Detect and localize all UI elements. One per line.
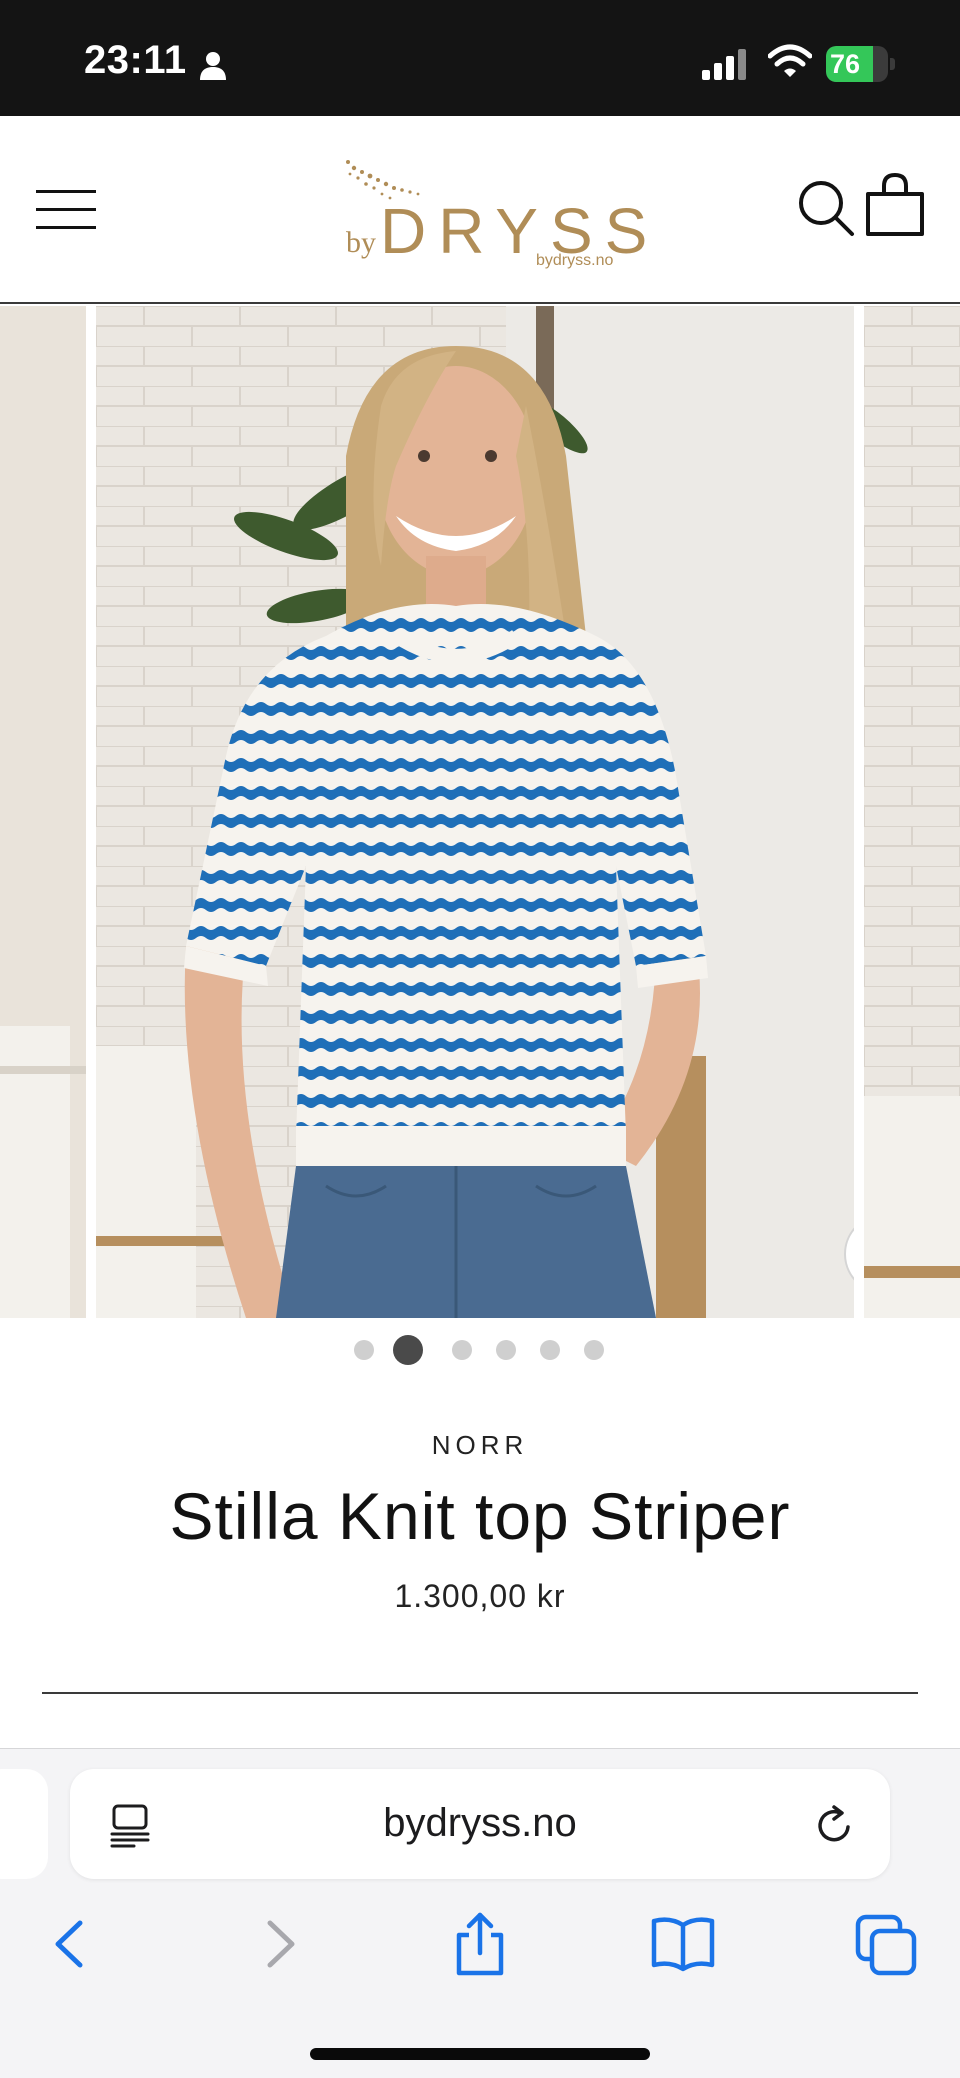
product-title: Stilla Knit top Striper <box>169 1479 791 1553</box>
logo-domain: bydryss.no <box>536 252 614 269</box>
share-icon[interactable] <box>445 1909 515 1979</box>
product-vendor[interactable]: NORR <box>0 1430 960 1461</box>
signal-icon <box>702 49 746 80</box>
menu-icon[interactable] <box>36 184 98 234</box>
address-bar[interactable]: bydryss.no <box>70 1769 890 1879</box>
gallery-pagination <box>0 1330 960 1370</box>
product-gallery[interactable] <box>0 304 960 1318</box>
logo-wordmark: DRYSS <box>380 195 660 267</box>
cart-icon[interactable] <box>864 172 926 238</box>
gallery-dot-6[interactable] <box>584 1340 604 1360</box>
site-header: by DRYSS bydryss.no <box>0 116 960 304</box>
home-indicator[interactable] <box>310 2048 650 2060</box>
logo-prefix: by <box>346 226 376 259</box>
divider <box>42 1692 918 1694</box>
status-bar: 23:11 76 <box>0 0 960 116</box>
forward-icon[interactable] <box>244 1909 314 1979</box>
status-time: 23:11 <box>84 38 187 82</box>
address-text: bydryss.no <box>383 1801 577 1845</box>
bookmarks-icon[interactable] <box>648 1909 718 1979</box>
person-icon <box>200 52 226 80</box>
back-icon[interactable] <box>36 1909 106 1979</box>
browser-toolbar: bydryss.no <box>0 1748 960 2078</box>
gallery-slide-next[interactable] <box>864 306 960 1318</box>
gallery-dot-1[interactable] <box>354 1340 374 1360</box>
brand-logo[interactable]: by DRYSS bydryss.no <box>340 158 647 269</box>
battery-icon: 76 <box>826 46 896 82</box>
gallery-dot-4[interactable] <box>496 1340 516 1360</box>
gallery-slide-active-product-photo[interactable] <box>96 306 854 1318</box>
gallery-dot-3[interactable] <box>452 1340 472 1360</box>
tabs-icon[interactable] <box>852 1909 922 1979</box>
gallery-dot-2[interactable] <box>393 1335 423 1365</box>
search-icon[interactable] <box>796 178 856 238</box>
product-price: 1.300,00 kr <box>394 1578 566 1614</box>
wifi-icon <box>768 44 812 77</box>
gallery-dot-5[interactable] <box>540 1340 560 1360</box>
battery-percentage: 76 <box>830 49 861 79</box>
previous-tab-preview[interactable] <box>0 1769 48 1879</box>
gallery-slide-previous[interactable] <box>0 306 86 1318</box>
reload-icon[interactable] <box>812 1803 856 1847</box>
